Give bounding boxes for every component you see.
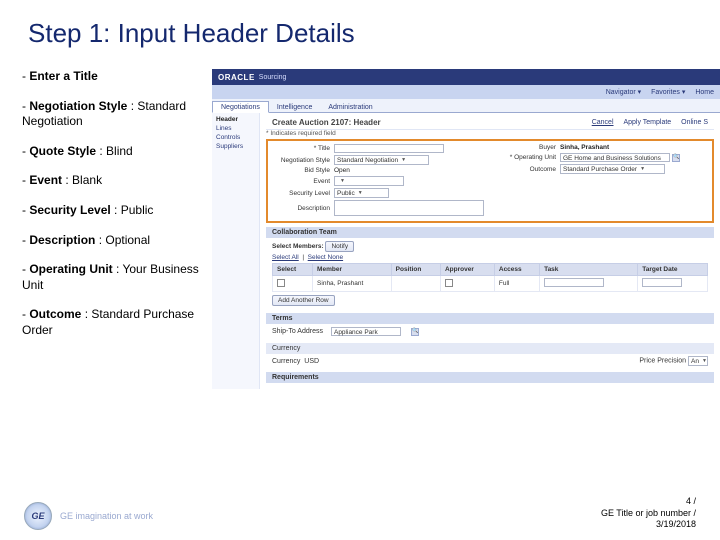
outcome-select[interactable]: Standard Purchase Order [560, 164, 665, 174]
row-approver-checkbox[interactable] [445, 279, 453, 287]
col-approver: Approver [440, 264, 494, 276]
side-suppliers[interactable]: Suppliers [216, 143, 255, 150]
tab-intelligence[interactable]: Intelligence [269, 102, 320, 112]
currency-label: Currency [272, 358, 300, 365]
outcome-label: Outcome [490, 166, 560, 173]
brand-label: ORACLE [218, 73, 255, 82]
brand-sub: Sourcing [259, 74, 287, 81]
security-label: Security Level [272, 190, 334, 197]
buyer-label: Buyer [490, 144, 560, 151]
description-textarea[interactable] [334, 200, 484, 216]
add-row-button[interactable]: Add Another Row [272, 295, 335, 306]
description-label: Description [272, 205, 334, 212]
meta-date: 3/19/2018 [601, 519, 696, 530]
side-lines[interactable]: Lines [216, 125, 255, 132]
op-unit-input[interactable]: GE Home and Business Solutions [560, 153, 670, 162]
col-task: Task [540, 264, 638, 276]
home-link[interactable]: Home [695, 89, 714, 96]
bid-style-value: Open [334, 167, 350, 174]
event-select[interactable] [334, 176, 404, 186]
price-precision-label: Price Precision [639, 358, 686, 365]
bullet-item: - Quote Style : Blind [22, 144, 212, 160]
apply-template-link[interactable]: Apply Template [623, 119, 671, 126]
row-target-date-input[interactable] [642, 278, 682, 287]
favorites-menu[interactable]: Favorites ▾ [651, 89, 685, 96]
shipto-label: Ship-To Address [272, 328, 323, 335]
navigator-menu[interactable]: Navigator ▾ [606, 89, 641, 96]
select-members-label: Select Members: Notify [272, 241, 708, 252]
col-select: Select [273, 264, 313, 276]
currency-value: USD [304, 358, 319, 365]
row-member: Sinha, Prashant [313, 276, 392, 292]
terms-section-header: Terms [266, 313, 714, 324]
bullet-item: - Outcome : Standard Purchase Order [22, 307, 212, 338]
primary-tabs: Negotiations Intelligence Administration [212, 99, 720, 113]
op-unit-label: * Operating Unit [490, 154, 560, 161]
neg-style-select[interactable]: Standard Negotiation [334, 155, 429, 165]
collab-section-header: Collaboration Team [266, 227, 714, 238]
table-row: Sinha, Prashant Full [273, 276, 708, 292]
bid-style-label: Bid Style [272, 167, 334, 174]
collab-team-table: Select Member Position Approver Access T… [272, 263, 708, 292]
price-precision-select[interactable]: An [688, 356, 708, 366]
page-meta: 4 / GE Title or job number / 3/19/2018 [601, 496, 696, 530]
tab-negotiations[interactable]: Negotiations [212, 101, 269, 113]
title-label: * Title [272, 145, 334, 152]
select-none-link[interactable]: Select None [308, 254, 343, 261]
bullet-list: - Enter a Title - Negotiation Style : St… [22, 69, 212, 389]
slide-title: Step 1: Input Header Details [0, 0, 720, 49]
row-select-checkbox[interactable] [277, 279, 285, 287]
col-target-date: Target Date [638, 264, 708, 276]
online-save-link[interactable]: Online S [681, 119, 708, 126]
ge-logo-icon: GE [24, 502, 52, 530]
bullet-item: - Description : Optional [22, 233, 212, 249]
currency-section-header: Currency [266, 343, 714, 354]
ge-tagline: GE imagination at work [60, 511, 153, 521]
op-unit-search-icon[interactable] [672, 154, 680, 162]
select-all-link[interactable]: Select All [272, 254, 299, 261]
requirements-section-header: Requirements [266, 372, 714, 383]
tab-administration[interactable]: Administration [320, 102, 380, 112]
bullet-item: - Operating Unit : Your Business Unit [22, 262, 212, 293]
row-access: Full [494, 276, 539, 292]
bullet-item: - Enter a Title [22, 69, 212, 85]
app-header: ORACLE Sourcing [212, 69, 720, 85]
global-nav: Navigator ▾ Favorites ▾ Home [212, 85, 720, 99]
cancel-link[interactable]: Cancel [592, 119, 614, 126]
shipto-search-icon[interactable] [411, 328, 419, 336]
notify-button[interactable]: Notify [325, 241, 354, 252]
col-position: Position [391, 264, 440, 276]
neg-style-label: Negotiation Style [272, 157, 334, 164]
oracle-sourcing-app: ORACLE Sourcing Navigator ▾ Favorites ▾ … [212, 69, 720, 389]
bullet-item: - Security Level : Public [22, 203, 212, 219]
ge-branding: GE GE imagination at work [24, 502, 153, 530]
buyer-value: Sinha, Prashant [560, 144, 609, 151]
event-label: Event [272, 178, 334, 185]
title-input[interactable] [334, 144, 444, 153]
security-select[interactable]: Public [334, 188, 389, 198]
meta-line: GE Title or job number / [601, 508, 696, 519]
shipto-input[interactable]: Appliance Park [331, 327, 401, 336]
header-fields-highlight: * Title Negotiation StyleStandard Negoti… [266, 139, 714, 223]
bullet-item: - Negotiation Style : Standard Negotiati… [22, 99, 212, 130]
side-controls[interactable]: Controls [216, 134, 255, 141]
side-header[interactable]: Header [216, 116, 255, 123]
bullet-item: - Event : Blank [22, 173, 212, 189]
required-note: * Indicates required field [266, 130, 714, 137]
breadcrumb: Create Auction 2107: Header [272, 118, 381, 127]
side-nav: Header Lines Controls Suppliers [212, 113, 260, 389]
row-task-input[interactable] [544, 278, 604, 287]
col-access: Access [494, 264, 539, 276]
col-member: Member [313, 264, 392, 276]
page-number: 4 / [601, 496, 696, 507]
